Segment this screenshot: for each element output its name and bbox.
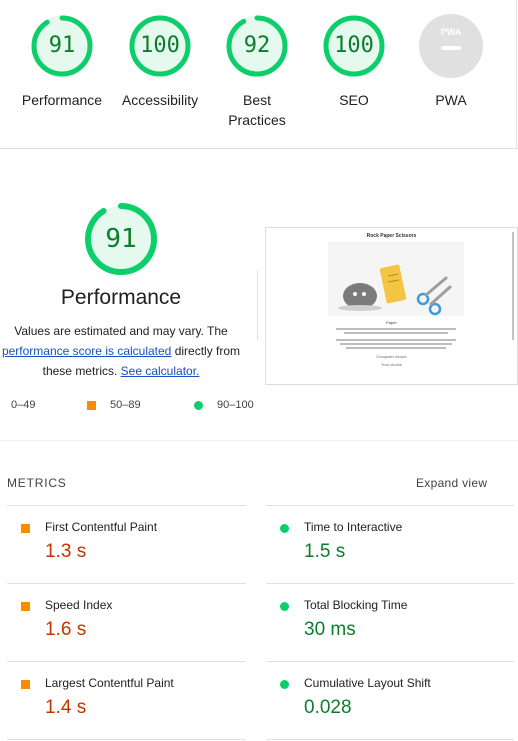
legend-average: 50–89 xyxy=(87,399,141,411)
gauge-seo[interactable]: 100 SEO xyxy=(304,14,404,110)
desc-text: directly from xyxy=(171,344,241,358)
final-screenshot[interactable]: Rock Paper Scissors Paper Computer choic… xyxy=(265,227,518,385)
gauge-label: SEO xyxy=(339,92,369,108)
desc-text: these metrics. xyxy=(42,364,121,378)
divider xyxy=(7,583,246,584)
green-circle-icon xyxy=(194,400,203,410)
thumb-caption: Paper xyxy=(386,320,397,325)
metric-name: Total Blocking Time xyxy=(304,598,408,612)
gauge-pwa[interactable]: PWA PWA xyxy=(401,14,501,110)
gauge-ring: 92 xyxy=(225,14,289,78)
score-value: 100 xyxy=(334,33,374,58)
divider xyxy=(7,739,246,740)
metric-value: 1.5 s xyxy=(304,541,346,562)
thumb-image xyxy=(328,242,464,316)
gauge-label: Performance xyxy=(21,92,103,108)
divider xyxy=(266,583,514,584)
see-calculator-link[interactable]: See calculator. xyxy=(121,364,200,378)
divider xyxy=(0,440,518,441)
pwa-badge: PWA xyxy=(419,14,483,78)
metrics-title: METRICS xyxy=(7,476,67,490)
orange-square-icon xyxy=(21,680,30,689)
performance-title: Performance xyxy=(60,286,182,309)
divider xyxy=(266,661,514,662)
gauge-label: PWA xyxy=(435,92,467,108)
metric-name: Cumulative Layout Shift xyxy=(304,676,431,690)
performance-gauge: 91 xyxy=(83,201,159,277)
green-circle-icon xyxy=(280,524,289,533)
score-value: 92 xyxy=(243,33,271,58)
metric-value: 1.6 s xyxy=(45,619,87,640)
green-circle-icon xyxy=(280,680,289,689)
metric-name: Largest Contentful Paint xyxy=(45,676,174,690)
metric-name: Speed Index xyxy=(45,598,113,612)
orange-square-icon xyxy=(87,400,96,410)
performance-description: Values are estimated and may vary. The p… xyxy=(0,321,242,381)
performance-score: 91 xyxy=(105,224,137,254)
gauge-ring: 100 xyxy=(128,14,192,78)
orange-square-icon xyxy=(21,524,30,533)
gauge-ring: 100 xyxy=(322,14,386,78)
divider xyxy=(266,739,514,740)
legend-range: 0–49 xyxy=(11,399,36,411)
divider xyxy=(0,148,518,149)
legend-fail: 0–49 xyxy=(11,399,35,411)
score-value: 91 xyxy=(48,33,76,58)
pwa-na-dash xyxy=(441,46,461,50)
divider xyxy=(516,0,517,148)
legend-range: 90–100 xyxy=(217,399,254,411)
metric-value: 0.028 xyxy=(304,697,352,718)
expand-view-toggle[interactable]: Expand view xyxy=(416,476,487,490)
gauge-accessibility[interactable]: 100 Accessibility xyxy=(110,14,210,110)
divider xyxy=(266,505,514,506)
desc-text: Values are estimated and may vary. The xyxy=(14,324,228,338)
legend-range: 50–89 xyxy=(110,399,141,411)
pwa-badge-text: PWA xyxy=(441,27,462,37)
green-circle-icon xyxy=(280,602,289,611)
divider xyxy=(7,661,246,662)
divider xyxy=(257,270,258,340)
gauge-best-practices[interactable]: 92 Best Practices xyxy=(207,14,307,130)
metric-value: 1.3 s xyxy=(45,541,87,562)
score-calculated-link[interactable]: performance score is calculated xyxy=(2,344,171,358)
gauge-label: Best Practices xyxy=(228,92,286,128)
thumb-heading: Rock Paper Scissors xyxy=(366,233,417,239)
gauge-ring: 91 xyxy=(30,14,94,78)
thumb-choice-title: Computer choice xyxy=(376,354,407,359)
thumb-choice-value: Your choice xyxy=(381,362,402,367)
legend-pass: 90–100 xyxy=(194,399,254,411)
divider xyxy=(7,505,246,506)
metric-value: 30 ms xyxy=(304,619,356,640)
metric-name: First Contentful Paint xyxy=(45,520,158,534)
metric-value: 1.4 s xyxy=(45,697,87,718)
score-value: 100 xyxy=(140,33,180,58)
thumb-scrollbar[interactable] xyxy=(512,232,514,340)
metric-name: Time to Interactive xyxy=(304,520,403,534)
thumb-text-lines xyxy=(336,327,456,351)
gauge-label: Accessibility xyxy=(121,92,199,108)
gauge-performance[interactable]: 91 Performance xyxy=(12,14,112,110)
orange-square-icon xyxy=(21,602,30,611)
